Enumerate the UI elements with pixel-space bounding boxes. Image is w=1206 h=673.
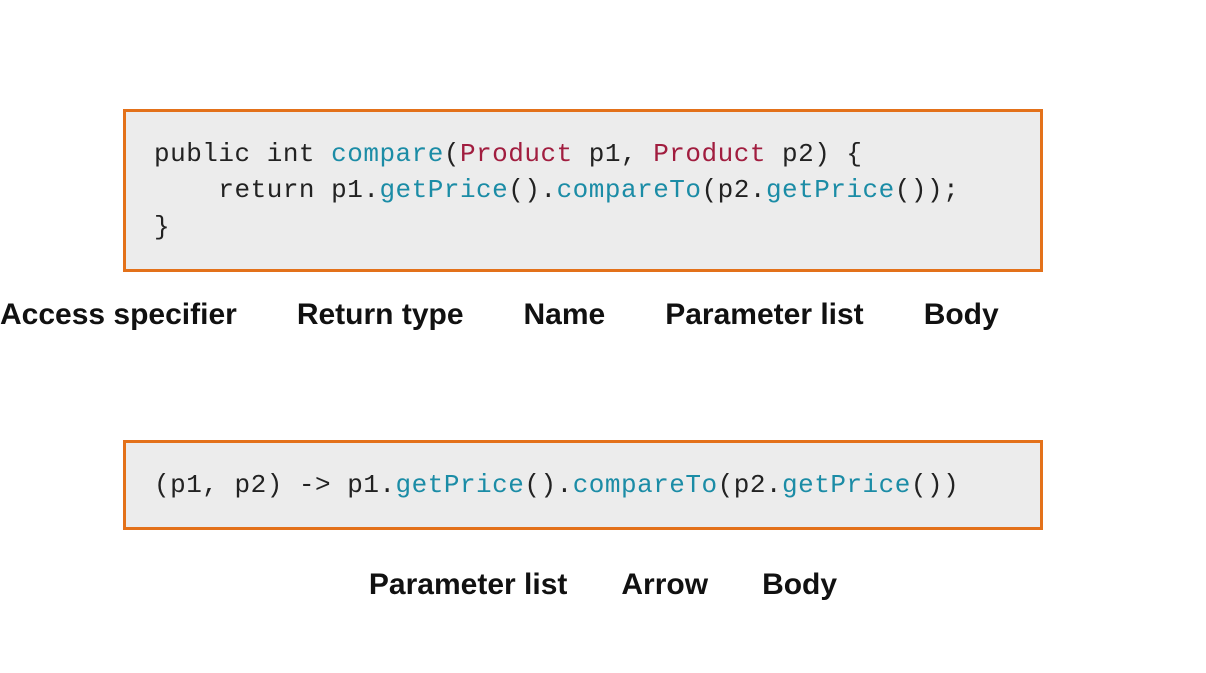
label-body: Body	[924, 298, 999, 332]
code-token: (	[444, 139, 460, 169]
lambda-parts-labels: Parameter list Arrow Body	[0, 568, 1206, 602]
code-token: getPrice	[396, 470, 525, 500]
code-token: ().	[524, 470, 572, 500]
code-token: p1,	[573, 139, 654, 169]
label-parameter-list: Parameter list	[369, 568, 567, 602]
code-token: Product	[460, 139, 573, 169]
label-name: Name	[524, 298, 606, 332]
code-token: public int	[154, 139, 331, 169]
code-token: compareTo	[573, 470, 718, 500]
code-token: getPrice	[782, 470, 911, 500]
code-token: getPrice	[379, 175, 508, 205]
code-token: compareTo	[557, 175, 702, 205]
label-parameter-list: Parameter list	[665, 298, 863, 332]
code-token: ())	[911, 470, 959, 500]
label-access-specifier: Access specifier	[0, 298, 237, 332]
method-code-box: public int compare(Product p1, Product p…	[123, 109, 1043, 272]
label-arrow: Arrow	[621, 568, 708, 602]
label-body: Body	[762, 568, 837, 602]
code-token: (p1, p2) -> p1.	[154, 470, 396, 500]
lambda-code-box: (p1, p2) -> p1.getPrice().compareTo(p2.g…	[123, 440, 1043, 530]
code-token: ().	[508, 175, 556, 205]
code-token: (p2.	[702, 175, 766, 205]
code-token: (p2.	[718, 470, 782, 500]
method-parts-labels: Access specifier Return type Name Parame…	[0, 298, 1206, 332]
label-return-type: Return type	[297, 298, 464, 332]
code-token: Product	[653, 139, 766, 169]
code-token: compare	[331, 139, 444, 169]
code-token: getPrice	[766, 175, 895, 205]
